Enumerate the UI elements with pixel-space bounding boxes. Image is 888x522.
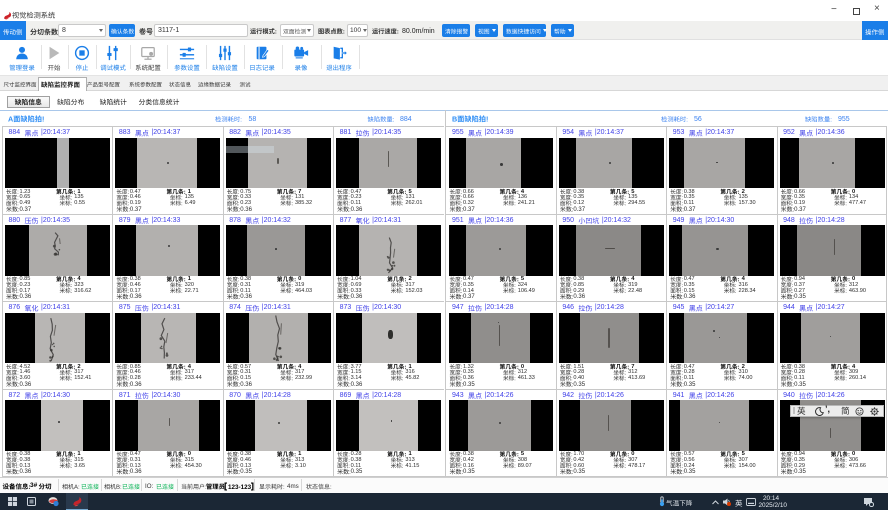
svg-text:123-123: 123-123 xyxy=(228,484,252,491)
